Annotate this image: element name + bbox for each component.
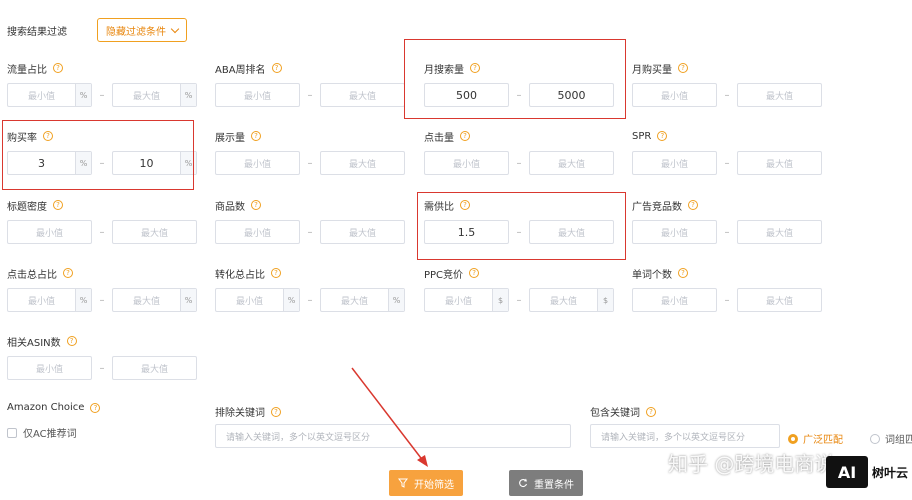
reset-conditions-button[interactable]: 重置条件 bbox=[509, 470, 583, 496]
ai-logo-icon: AI bbox=[825, 456, 868, 488]
start-filter-label: 开始筛选 bbox=[414, 479, 454, 491]
reset-icon bbox=[519, 478, 528, 488]
filter-icon bbox=[398, 478, 408, 488]
start-filter-button[interactable]: 开始筛选 bbox=[389, 470, 463, 496]
brand-name: 树叶云 bbox=[871, 465, 908, 480]
zhihu-watermark: 知乎 @跨境电商说 bbox=[668, 452, 835, 476]
reset-conditions-label: 重置条件 bbox=[534, 479, 574, 491]
brand-watermark: AI 树叶云 bbox=[825, 456, 908, 488]
annotation-arrow bbox=[351, 367, 428, 467]
